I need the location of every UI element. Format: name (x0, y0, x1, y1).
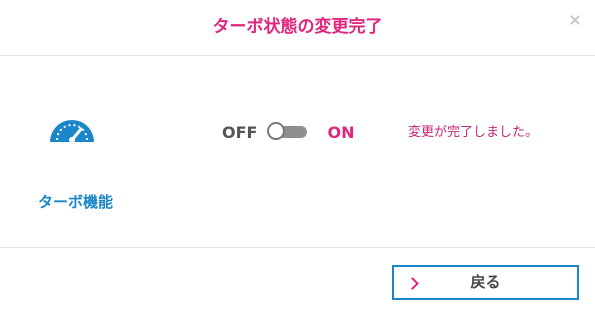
close-icon[interactable] (569, 14, 581, 26)
speedometer-icon (50, 120, 94, 143)
status-message: 変更が完了しました。 (408, 125, 539, 140)
dialog-title: ターボ状態の変更完了 (212, 17, 383, 37)
toggle-on-label: ON (327, 122, 355, 142)
back-button-label: 戻る (470, 273, 501, 291)
turbo-toggle-group: OFF ON (222, 117, 354, 147)
footer-divider (0, 247, 595, 248)
header-divider (0, 55, 595, 56)
turbo-status-dialog: ターボ状態の変更完了 ターボ機能 OFF ON 変更が完了しました。 戻る (0, 0, 595, 316)
turbo-toggle-switch[interactable] (265, 121, 309, 143)
turbo-feature-label: ターボ機能 (38, 193, 114, 211)
toggle-off-label: OFF (222, 122, 258, 142)
back-button[interactable]: 戻る (392, 265, 579, 300)
